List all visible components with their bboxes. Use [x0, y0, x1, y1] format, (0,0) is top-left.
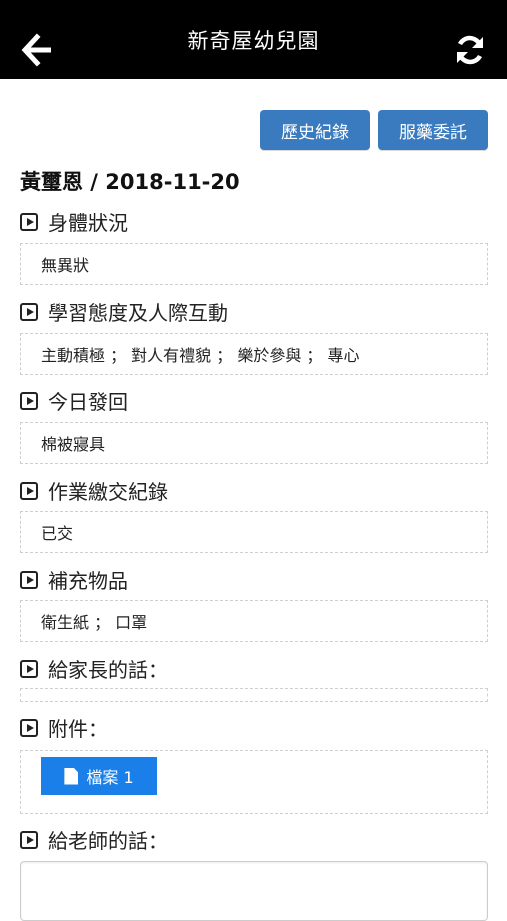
refresh-icon[interactable]: [453, 33, 487, 67]
section-title-attitude: 學習態度及人際互動: [20, 297, 228, 326]
play-square-icon: [20, 659, 38, 678]
section-title-label: 作業繳交紀錄: [48, 480, 168, 504]
homework-value-box: 已交: [20, 511, 488, 553]
file-icon: [64, 767, 79, 785]
teacher-message-input[interactable]: [20, 861, 488, 921]
section-title-attachment: 附件：: [20, 713, 108, 742]
section-title-health: 身體狀況: [20, 207, 128, 236]
section-title-label: 給老師的話：: [48, 829, 168, 853]
section-title-label: 附件：: [48, 717, 108, 741]
file-1-label: 檔案 1: [86, 768, 134, 787]
returned-value-box: 棉被寢具: [20, 422, 488, 464]
section-title-parent-message: 給家長的話：: [20, 654, 168, 683]
attitude-value-box: 主動積極 ； 對人有禮貌 ； 樂於參與 ； 專心: [20, 333, 488, 375]
section-title-teacher-message: 給老師的話：: [20, 825, 168, 854]
section-title-homework: 作業繳交紀錄: [20, 476, 168, 505]
action-toolbar: 歷史紀錄 服藥委託: [260, 110, 488, 150]
attitude-value: 主動積極 ； 對人有禮貌 ； 樂於參與 ； 專心: [41, 346, 360, 365]
homework-value: 已交: [41, 524, 74, 543]
page-title: 新奇屋幼兒園: [187, 28, 320, 53]
supplies-value: 衛生紙 ； 口罩: [41, 613, 148, 632]
section-title-returned: 今日發回: [20, 386, 128, 415]
history-button[interactable]: 歷史紀錄: [260, 110, 370, 150]
parent-message-box: [20, 688, 488, 702]
section-title-label: 學習態度及人際互動: [48, 301, 228, 325]
play-square-icon: [20, 302, 38, 321]
health-value: 無異狀: [41, 256, 90, 275]
section-title-label: 身體狀況: [48, 211, 128, 235]
student-date-heading: 黃璽恩 / 2018-11-20: [20, 170, 240, 194]
section-title-supplies: 補充物品: [20, 565, 128, 594]
medication-button[interactable]: 服藥委託: [378, 110, 488, 150]
back-arrow-icon[interactable]: [20, 33, 54, 67]
supplies-value-box: 衛生紙 ； 口罩: [20, 600, 488, 642]
file-1-button[interactable]: 檔案 1: [41, 757, 157, 795]
section-title-label: 今日發回: [48, 390, 128, 414]
play-square-icon: [20, 570, 38, 589]
play-square-icon: [20, 481, 38, 500]
health-value-box: 無異狀: [20, 243, 488, 285]
play-square-icon: [20, 212, 38, 231]
play-square-icon: [20, 718, 38, 737]
attachment-box: 檔案 1: [20, 750, 488, 814]
app-header: 新奇屋幼兒園: [0, 0, 507, 79]
play-square-icon: [20, 830, 38, 849]
section-title-label: 補充物品: [48, 569, 128, 593]
section-title-label: 給家長的話：: [48, 658, 168, 682]
play-square-icon: [20, 391, 38, 410]
returned-value: 棉被寢具: [41, 435, 106, 454]
